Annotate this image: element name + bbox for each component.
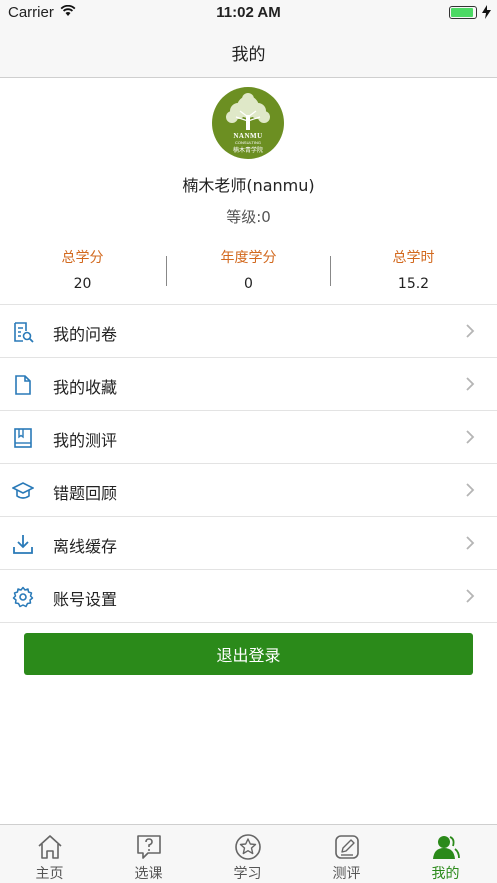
- menu-item-label: 我的收藏: [53, 378, 118, 397]
- stat-value: 20: [73, 276, 92, 292]
- stat-value: 0: [244, 276, 253, 292]
- stat-annual-credits[interactable]: 年度学分 0: [166, 248, 331, 292]
- tab-label: 学习: [233, 866, 262, 882]
- menu-item-surveys[interactable]: 我的问卷: [0, 305, 497, 358]
- tab-courses[interactable]: 选课: [99, 825, 198, 883]
- chevron-right-icon: [466, 430, 475, 444]
- star-icon: [235, 834, 261, 860]
- book-icon: [14, 428, 32, 448]
- chevron-right-icon: [466, 377, 475, 391]
- tab-label: 我的: [431, 866, 460, 882]
- stat-label: 总学分: [61, 250, 104, 266]
- tab-label: 选课: [134, 866, 163, 882]
- chevron-right-icon: [466, 536, 475, 550]
- edit-icon: [335, 835, 359, 859]
- document-icon: [15, 375, 31, 395]
- chevron-right-icon: [466, 589, 475, 603]
- menu-item-label: 我的问卷: [53, 325, 118, 344]
- tab-bar: 主页 选课 学习 测评 我的: [0, 824, 497, 883]
- survey-icon: [14, 322, 34, 343]
- menu-item-label: 离线缓存: [53, 537, 118, 556]
- tab-home[interactable]: 主页: [0, 825, 99, 883]
- navigation-bar: 我的: [0, 26, 497, 78]
- stat-label: 总学时: [392, 250, 435, 266]
- menu-item-label: 账号设置: [53, 590, 118, 609]
- gear-icon: [12, 586, 34, 608]
- stat-total-credits[interactable]: 总学分 20: [0, 248, 165, 292]
- user-name: 楠木老师(nanmu): [182, 176, 315, 195]
- question-icon: [137, 835, 161, 859]
- tab-mine[interactable]: 我的: [396, 825, 495, 883]
- menu-item-favorites[interactable]: 我的收藏: [0, 358, 497, 411]
- user-icon: [433, 836, 460, 859]
- avatar[interactable]: NANMU CONSULTING 楠木青学院: [212, 87, 284, 159]
- stat-value: 15.2: [397, 276, 430, 292]
- chevron-right-icon: [466, 324, 475, 338]
- tab-label: 测评: [332, 866, 361, 882]
- charging-bolt-icon: [482, 5, 491, 19]
- menu-item-assessments[interactable]: 我的测评: [0, 411, 497, 464]
- logout-button[interactable]: 退出登录: [24, 633, 473, 675]
- chevron-right-icon: [466, 483, 475, 497]
- menu-item-label: 错题回顾: [53, 484, 118, 503]
- menu-item-label: 我的测评: [53, 431, 118, 450]
- stat-total-hours[interactable]: 总学时 15.2: [331, 248, 496, 292]
- profile-menu: 我的问卷 我的收藏 我的测评 错题回顾 离线缓存 账号设置: [0, 304, 497, 623]
- menu-item-mistake-review[interactable]: 错题回顾: [0, 464, 497, 517]
- graduation-cap-icon: [12, 482, 34, 499]
- user-level: 等级:0: [226, 208, 271, 226]
- download-icon: [13, 535, 33, 554]
- battery-icon: [449, 6, 477, 19]
- battery-level: [451, 8, 473, 17]
- status-bar: Carrier 11:02 AM: [0, 0, 497, 26]
- clock: 11:02 AM: [216, 4, 281, 21]
- tab-assessment[interactable]: 测评: [297, 825, 396, 883]
- tab-label: 主页: [35, 866, 64, 882]
- menu-item-account-settings[interactable]: 账号设置: [0, 570, 497, 623]
- stat-label: 年度学分: [220, 250, 277, 266]
- avatar-brand-cn: 楠木青学院: [232, 147, 263, 154]
- page-title: 我的: [231, 45, 266, 65]
- tab-study[interactable]: 学习: [198, 825, 297, 883]
- stats-panel: 总学分 20 年度学分 0 总学时 15.2: [0, 248, 497, 304]
- avatar-brand: NANMU: [233, 132, 263, 140]
- home-icon: [38, 835, 62, 859]
- menu-item-offline-cache[interactable]: 离线缓存: [0, 517, 497, 570]
